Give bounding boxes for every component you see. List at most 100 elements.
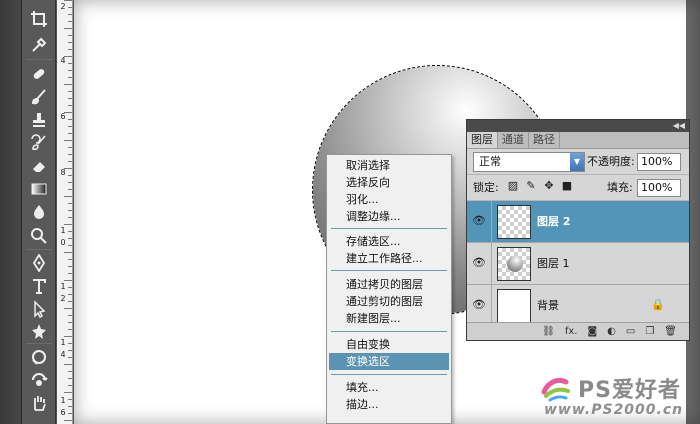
toolbox [22,0,56,424]
type-tool-icon[interactable] [28,275,50,297]
menu-separator [331,228,447,229]
eraser-tool-icon[interactable] [28,155,50,177]
ruler-tick [68,399,72,400]
blend-row: 正常 ▼ 不透明度: 100% [467,149,689,175]
fx-icon[interactable]: fx. [565,323,578,340]
ruler-tick [68,77,72,78]
ruler-tick [68,245,72,246]
layer-row-1[interactable]: 👁 图层 1 [467,243,689,285]
ruler-tick [68,63,72,64]
ruler-label: 1 [60,226,66,235]
collapse-icon[interactable]: ◀◀ [673,120,685,132]
dodge-tool-icon[interactable] [28,224,50,246]
layer-row-background[interactable]: 👁 背景 🔒 [467,285,689,327]
menu-separator [331,270,447,271]
blend-mode-select[interactable]: 正常 ▼ [473,152,585,172]
3d-orbit-tool-icon[interactable] [28,369,50,391]
menu-item-make-work-path[interactable]: 建立工作路径... [329,250,449,267]
folder-icon[interactable]: ▭ [626,323,635,340]
menu-item-layer-via-cut[interactable]: 通过剪切的图层 [329,293,449,310]
gradient-tool-icon[interactable] [28,178,50,200]
divider [491,201,492,243]
trash-icon[interactable]: 🗑 [664,323,677,340]
ruler-label: 6 [60,112,66,121]
ruler-tick [68,189,72,190]
ruler-tick [68,35,72,36]
tool-separator [26,343,52,344]
ruler-tick [68,21,72,22]
left-panel-strip [0,0,22,424]
link-icon[interactable]: ⛓ [542,323,555,340]
menu-item-layer-via-copy[interactable]: 通过拷贝的图层 [329,276,449,293]
ruler-tick [64,84,72,85]
tool-separator [26,59,52,60]
blur-tool-icon[interactable] [28,201,50,223]
pen-tool-icon[interactable] [28,252,50,274]
menu-item-feather[interactable]: 羽化... [329,191,449,208]
ruler-tick [64,224,72,225]
ruler-tick [68,385,72,386]
healing-brush-tool-icon[interactable] [28,63,50,85]
mask-icon[interactable]: ◙ [587,323,597,340]
ruler-label: 6 [60,408,66,417]
eye-icon[interactable]: 👁 [471,256,487,270]
menu-item-save-selection[interactable]: 存储选区... [329,233,449,250]
opacity-field[interactable]: 100% [637,153,681,171]
ruler-tick [68,91,72,92]
ruler-tick [68,182,72,183]
ruler-tick [64,252,72,253]
ruler-tick [68,119,72,120]
ruler-tick [68,266,72,267]
crop-tool-icon[interactable] [28,8,50,30]
ruler-tick [64,364,72,365]
3d-rotate-tool-icon[interactable] [28,346,50,368]
eye-icon[interactable]: 👁 [471,298,487,312]
menu-item-deselect[interactable]: 取消选择 [329,157,449,174]
ruler-tick [68,357,72,358]
lock-transparent-icon[interactable]: ▨ [507,179,519,193]
chevron-down-icon[interactable]: ▼ [570,153,584,171]
tab-channels[interactable]: 通道 [498,132,529,148]
panel-bottom-bar: ⛓ fx. ◙ ◐ ▭ ❐ 🗑 [467,322,689,340]
ruler-tick [68,7,72,8]
menu-item-fill[interactable]: 填充... [329,379,449,396]
hand-tool-icon[interactable] [28,392,50,414]
tab-layers[interactable]: 图层 [467,132,498,148]
eye-icon[interactable]: 👁 [471,214,487,228]
ruler-tick [68,378,72,379]
ruler-tick [64,0,72,1]
lock-all-icon[interactable]: ■ [561,179,573,193]
menu-item-transform-selection[interactable]: 变换选区 [329,353,449,370]
fill-field[interactable]: 100% [637,179,681,197]
menu-separator [331,374,447,375]
menu-item-new-layer[interactable]: 新建图层... [329,310,449,327]
new-layer-icon[interactable]: ❐ [645,323,654,340]
menu-item-free-transform[interactable]: 自由变换 [329,336,449,353]
ruler-tick [64,420,72,421]
ruler-tick [68,161,72,162]
ruler-label: 1 [60,282,66,291]
ruler-tick [64,140,72,141]
ruler-tick [68,49,72,50]
tab-paths[interactable]: 路径 [529,132,560,148]
menu-item-stroke[interactable]: 描边... [329,396,449,413]
path-selection-tool-icon[interactable] [28,298,50,320]
layer-row-2[interactable]: 👁 图层 2 [467,201,689,243]
custom-shape-tool-icon[interactable] [28,321,50,343]
menu-item-refine-edge[interactable]: 调整边缘... [329,208,449,225]
ruler-label: 1 [60,338,66,347]
adjustment-icon[interactable]: ◐ [607,323,616,340]
ruler-tick [64,28,72,29]
brush-tool-icon[interactable] [28,86,50,108]
lock-image-icon[interactable]: ✎ [525,179,537,193]
history-brush-tool-icon[interactable] [28,132,50,154]
ruler-tick [68,203,72,204]
ruler-tick [68,126,72,127]
panel-header[interactable]: ◀◀ [467,120,689,132]
eyedropper-tool-icon[interactable] [28,34,50,56]
ruler-tick [68,147,72,148]
lock-position-icon[interactable]: ✥ [543,179,555,193]
clone-stamp-tool-icon[interactable] [28,109,50,131]
ruler-tick [68,154,72,155]
menu-item-inverse[interactable]: 选择反向 [329,174,449,191]
